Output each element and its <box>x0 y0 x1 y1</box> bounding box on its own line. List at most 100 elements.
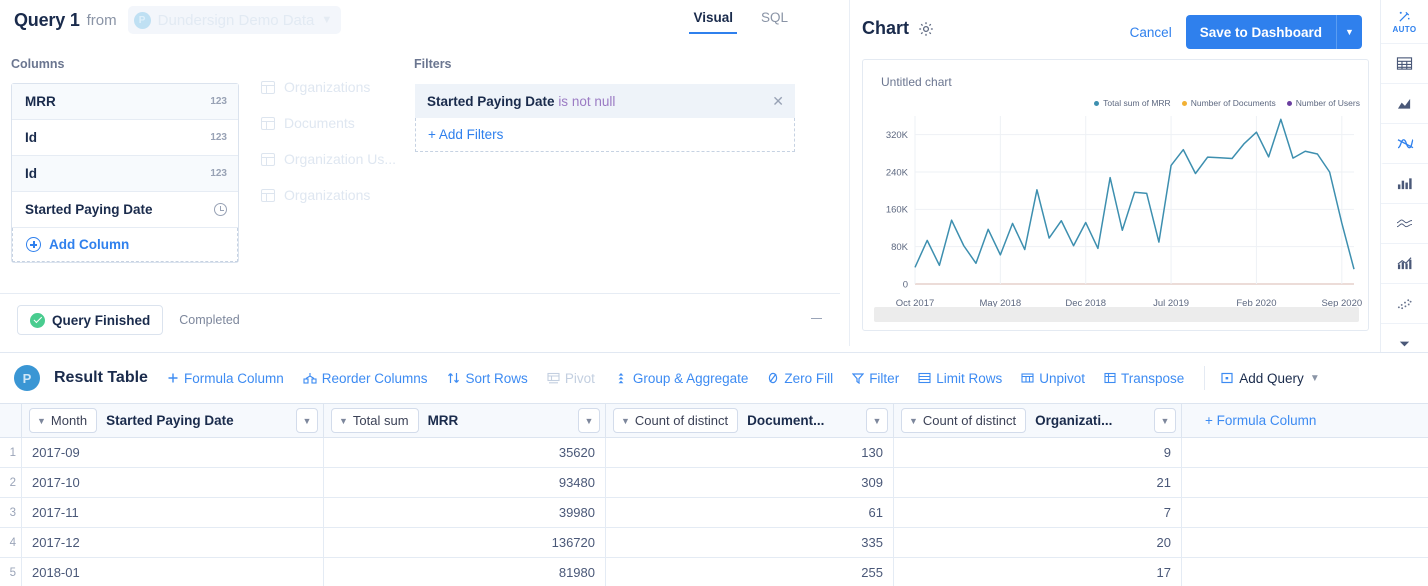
query-title: Query 1 <box>14 9 80 30</box>
cell-users[interactable]: 20 <box>894 528 1182 557</box>
toolbar-transpose[interactable]: Transpose <box>1104 371 1184 386</box>
rail-item-line-chart[interactable] <box>1381 124 1428 164</box>
chevron-down-icon: ▼ <box>321 14 333 26</box>
chart-panel: Chart Cancel Save to Dashboard ▼ Untitle… <box>849 0 1380 346</box>
grid-body: 1 2017-09 35620 130 9 2 2017-10 93480 30… <box>0 438 1428 586</box>
datasource-name: Dundersign Demo Data <box>157 11 315 29</box>
column-item[interactable]: Id 123 <box>12 120 238 156</box>
chevron-down-icon: ▼ <box>621 415 630 426</box>
cell-documents[interactable]: 255 <box>606 558 894 586</box>
chart-name: Untitled chart <box>881 75 952 89</box>
rail-item-table[interactable] <box>1381 44 1428 84</box>
unpivot-icon <box>1021 373 1034 383</box>
cell-empty[interactable] <box>1182 498 1428 527</box>
minimize-icon[interactable] <box>811 318 822 320</box>
tab-visual[interactable]: Visual <box>689 6 737 34</box>
column-item[interactable]: MRR 123 <box>12 84 238 120</box>
cancel-button[interactable]: Cancel <box>1130 25 1172 40</box>
filters-section: Filters Started Paying Date is not null … <box>414 57 796 153</box>
chart-panel-header: Chart <box>862 18 934 39</box>
tab-sql[interactable]: SQL <box>757 6 792 34</box>
cell-mrr[interactable]: 39980 <box>324 498 606 527</box>
source-table-name: Organizations <box>284 79 371 95</box>
cell-empty[interactable] <box>1182 528 1428 557</box>
table-row[interactable]: 3 2017-11 39980 61 7 <box>0 498 1428 528</box>
cell-month[interactable]: 2017-09 <box>22 438 324 467</box>
sort-icon <box>447 373 459 383</box>
cell-users[interactable]: 9 <box>894 438 1182 467</box>
column-menu-button[interactable]: ▼ <box>1154 408 1176 433</box>
rail-item-ridgeline-chart[interactable] <box>1381 204 1428 244</box>
column-header-name: Started Paying Date <box>106 413 234 428</box>
toolbar-sort-rows[interactable]: Sort Rows <box>447 371 528 386</box>
aggregation-selector[interactable]: ▼ Month <box>29 408 98 433</box>
query-status-pill[interactable]: Query Finished <box>17 305 164 335</box>
aggregation-selector[interactable]: ▼ Total sum <box>331 408 419 433</box>
filter-item[interactable]: Started Paying Date is not null ✕ <box>415 84 795 118</box>
table-row[interactable]: 5 2018-01 81980 255 17 <box>0 558 1428 586</box>
aggregation-label: Month <box>50 413 88 428</box>
aggregation-selector[interactable]: ▼ Count of distinct <box>901 408 1027 433</box>
close-icon[interactable]: ✕ <box>772 94 784 108</box>
chevron-down-icon[interactable]: ▼ <box>1336 15 1362 49</box>
rail-item-combo-chart[interactable] <box>1381 244 1428 284</box>
filter-field: Started Paying Date <box>427 93 555 109</box>
toolbar-filter[interactable]: Filter <box>852 371 899 386</box>
add-formula-column-button[interactable]: + Formula Column <box>1189 413 1316 428</box>
toolbar-reorder-columns[interactable]: Reorder Columns <box>303 371 428 386</box>
cell-documents[interactable]: 335 <box>606 528 894 557</box>
aggregation-selector[interactable]: ▼ Count of distinct <box>613 408 739 433</box>
toolbar-zero-fill[interactable]: Zero Fill <box>767 371 833 386</box>
rail-item-auto[interactable]: AUTO <box>1381 0 1428 44</box>
column-menu-button[interactable]: ▼ <box>578 408 600 433</box>
cell-month[interactable]: 2018-01 <box>22 558 324 586</box>
cell-empty[interactable] <box>1182 438 1428 467</box>
column-menu-button[interactable]: ▼ <box>866 408 888 433</box>
cell-empty[interactable] <box>1182 468 1428 497</box>
source-table-item: Organizations <box>261 69 396 105</box>
column-item[interactable]: Started Paying Date <box>12 192 238 228</box>
cell-mrr[interactable]: 35620 <box>324 438 606 467</box>
cell-documents[interactable]: 130 <box>606 438 894 467</box>
table-row[interactable]: 1 2017-09 35620 130 9 <box>0 438 1428 468</box>
toolbar-unpivot[interactable]: Unpivot <box>1021 371 1085 386</box>
cell-month[interactable]: 2017-12 <box>22 528 324 557</box>
chart-horizontal-scrollbar[interactable] <box>874 307 1359 322</box>
cell-documents[interactable]: 309 <box>606 468 894 497</box>
cell-users[interactable]: 7 <box>894 498 1182 527</box>
column-name: Started Paying Date <box>25 202 153 217</box>
cell-mrr[interactable]: 93480 <box>324 468 606 497</box>
rail-item-bar-chart[interactable] <box>1381 164 1428 204</box>
source-table-name: Organizations <box>284 187 371 203</box>
zero-fill-icon <box>769 372 778 384</box>
cell-empty[interactable] <box>1182 558 1428 586</box>
toolbar-group-aggregate[interactable]: Group & Aggregate <box>614 371 748 386</box>
cell-users[interactable]: 17 <box>894 558 1182 586</box>
column-item[interactable]: Id 123 <box>12 156 238 192</box>
cell-mrr[interactable]: 81980 <box>324 558 606 586</box>
cell-mrr[interactable]: 136720 <box>324 528 606 557</box>
svg-text:80K: 80K <box>891 242 909 253</box>
chevron-down-icon: ▼ <box>584 415 594 426</box>
table-row[interactable]: 2 2017-10 93480 309 21 <box>0 468 1428 498</box>
cell-month[interactable]: 2017-10 <box>22 468 324 497</box>
rail-item-area-chart[interactable] <box>1381 84 1428 124</box>
toolbar-formula-column[interactable]: Formula Column <box>167 371 284 386</box>
add-query-button[interactable]: Add Query ▼ <box>1221 371 1320 386</box>
cell-users[interactable]: 21 <box>894 468 1182 497</box>
toolbar-limit-rows[interactable]: Limit Rows <box>918 371 1002 386</box>
column-menu-button[interactable]: ▼ <box>296 408 318 433</box>
rail-item-scatter-plot[interactable] <box>1381 284 1428 324</box>
cell-month[interactable]: 2017-11 <box>22 498 324 527</box>
chevron-down-icon: ▼ <box>909 415 918 426</box>
result-table-panel: P Result Table Formula Column Reorder Co… <box>0 352 1428 586</box>
add-filters-button[interactable]: + Add Filters <box>415 118 795 152</box>
add-column-button[interactable]: Add Column <box>12 228 238 262</box>
toolbar-label: Zero Fill <box>784 370 834 386</box>
gear-icon[interactable] <box>918 21 934 37</box>
save-to-dashboard-button[interactable]: Save to Dashboard ▼ <box>1185 15 1362 49</box>
cell-documents[interactable]: 61 <box>606 498 894 527</box>
legend-color-dot <box>1181 100 1187 106</box>
datasource-selector[interactable]: P Dundersign Demo Data ▼ <box>127 6 342 34</box>
table-row[interactable]: 4 2017-12 136720 335 20 <box>0 528 1428 558</box>
